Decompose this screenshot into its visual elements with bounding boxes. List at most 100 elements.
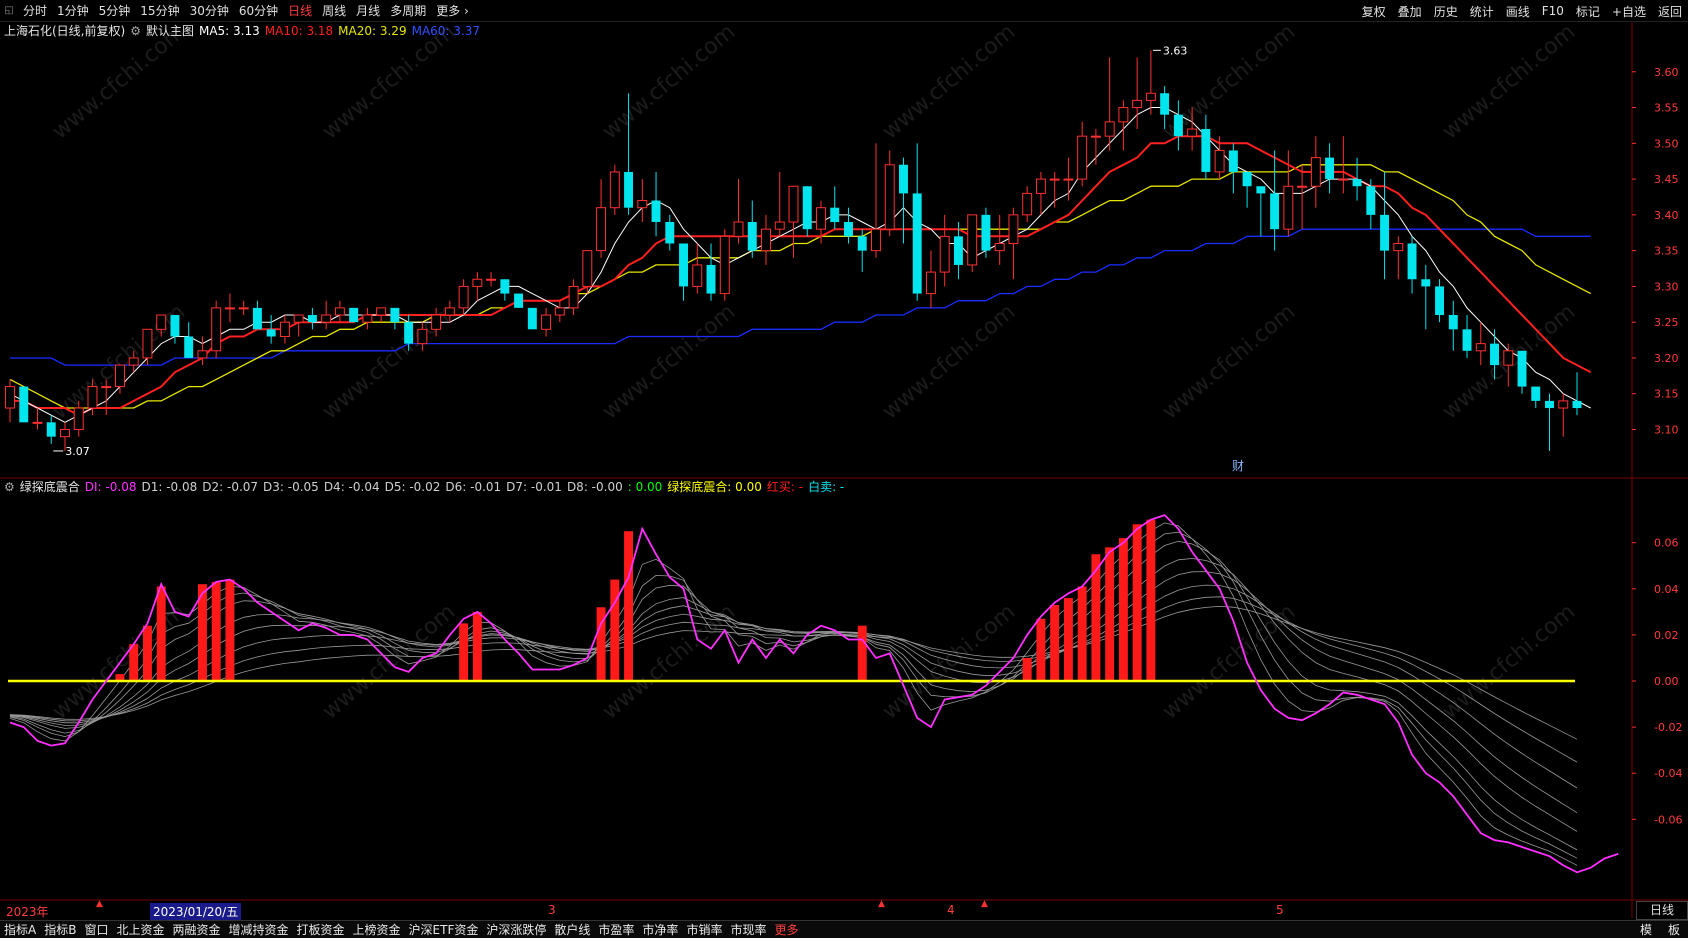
indicator-d-line bbox=[9, 584, 1578, 789]
bottom-tab[interactable]: 增减持资金 bbox=[225, 921, 293, 938]
candle-body bbox=[774, 221, 785, 230]
candle-body bbox=[816, 207, 826, 230]
bottom-tab[interactable]: 上榜资金 bbox=[349, 921, 405, 938]
candle-body bbox=[761, 228, 771, 252]
bottom-indicator-tabs: 指标A 指标B 窗口 北上资金 两融资金 增减持资金 打板资金 上榜资金 沪深ETF资金 沪深涨跌… bbox=[0, 920, 1688, 938]
candle-body bbox=[486, 278, 497, 281]
buy-signal-bar bbox=[610, 579, 620, 682]
candle-body bbox=[912, 193, 922, 294]
buy-signal-bar bbox=[472, 611, 482, 682]
d8-value: D8: -0.00 bbox=[566, 479, 623, 494]
indicator-axis-label: 0.06 bbox=[1654, 537, 1679, 550]
candle-body bbox=[568, 285, 579, 309]
bottom-tab[interactable]: 市销率 bbox=[682, 921, 726, 938]
bottom-tab[interactable]: 沪深ETF资金 bbox=[405, 921, 483, 938]
price-axis-label: 3.45 bbox=[1654, 173, 1679, 186]
candle-body bbox=[802, 186, 812, 230]
candle-body bbox=[788, 185, 799, 223]
indicator-axis-label: -0.06 bbox=[1654, 813, 1682, 826]
bottom-tab[interactable]: 两融资金 bbox=[168, 921, 224, 938]
watermark-text: www.cfchi.com bbox=[1158, 599, 1300, 724]
candle-body bbox=[1270, 193, 1280, 230]
indicator-axis-label: -0.02 bbox=[1654, 721, 1682, 734]
candle-body bbox=[1448, 315, 1458, 330]
candle-body bbox=[101, 386, 112, 389]
buy-signal-bar bbox=[1146, 519, 1156, 682]
candle-body bbox=[349, 307, 359, 323]
indicator-name[interactable]: 绿探底震合 bbox=[20, 478, 80, 495]
bottom-tab[interactable]: 市现率 bbox=[726, 921, 770, 938]
ma60-value: MA60: 3.37 bbox=[411, 23, 481, 38]
candle-body bbox=[1035, 178, 1046, 194]
candle-body bbox=[60, 428, 70, 438]
month-label-4: 4 bbox=[947, 903, 955, 917]
candle-body bbox=[1145, 92, 1156, 101]
candle-body bbox=[458, 285, 469, 309]
candle-body bbox=[32, 421, 43, 424]
bottom-tab[interactable]: 市净率 bbox=[638, 921, 682, 938]
candle-body bbox=[142, 328, 153, 359]
candle-body bbox=[679, 243, 689, 287]
template-name[interactable]: 默认主图 bbox=[146, 22, 194, 39]
candle-body bbox=[128, 357, 139, 366]
candle-body bbox=[5, 386, 15, 409]
period-indicator[interactable]: 日线 bbox=[1636, 901, 1688, 920]
candle-body bbox=[541, 314, 552, 330]
kline-chart[interactable]: 3.60 3.55 3.50 3.45 3.40 3.35 3.30 3.25 3.20 3.15… bbox=[0, 0, 1688, 920]
bottom-tab[interactable]: 指标B bbox=[40, 921, 80, 938]
price-axis-label: 3.10 bbox=[1654, 423, 1679, 436]
candle-body bbox=[665, 222, 675, 244]
bottom-tab[interactable]: 散户线 bbox=[550, 921, 594, 938]
candle-body bbox=[1160, 93, 1170, 115]
candle-body bbox=[1283, 185, 1294, 230]
candle-body bbox=[46, 422, 56, 437]
watermark-layer: www.cfchi.com www.cfchi.com www.cfchi.com w… bbox=[48, 19, 1580, 724]
indicator-d-line bbox=[9, 531, 1578, 859]
candle-body bbox=[73, 407, 84, 430]
d1-value: D1: -0.08 bbox=[141, 479, 198, 494]
finance-marker: 财 bbox=[1232, 459, 1244, 473]
bottom-right-button[interactable]: 板 bbox=[1660, 921, 1688, 938]
bottom-tab[interactable]: 沪深涨跌停 bbox=[482, 921, 550, 938]
candle-body bbox=[1173, 114, 1183, 137]
candle-body bbox=[624, 171, 634, 208]
bottom-tab[interactable]: 打板资金 bbox=[293, 921, 349, 938]
candle-body bbox=[1490, 343, 1499, 366]
month-label-5: 5 bbox=[1276, 903, 1284, 917]
bottom-tab[interactable]: 北上资金 bbox=[112, 921, 168, 938]
candle-body bbox=[390, 307, 400, 323]
candle-body bbox=[733, 221, 744, 237]
candle-body bbox=[1393, 242, 1404, 252]
year-label: 2023年 bbox=[6, 905, 49, 919]
buy-signal-bar bbox=[1077, 586, 1087, 682]
bottom-tab[interactable]: 更多 bbox=[770, 921, 802, 938]
candle-body bbox=[1366, 186, 1376, 215]
candle-body bbox=[1242, 171, 1252, 187]
bottom-right-button[interactable]: 模 bbox=[1632, 921, 1660, 938]
ma10-line bbox=[10, 135, 1592, 417]
candle-body bbox=[87, 386, 98, 409]
candle-body bbox=[596, 207, 607, 252]
indicator-menu-icon[interactable]: ⚙ bbox=[4, 480, 15, 494]
stock-title[interactable]: 上海石化(日线,前复权) bbox=[4, 22, 125, 39]
candle-body bbox=[939, 235, 950, 273]
price-axis-label: 3.25 bbox=[1654, 316, 1679, 329]
candle-body bbox=[417, 328, 428, 345]
ma20-value: MA20: 3.29 bbox=[338, 23, 407, 38]
buy-signal-bar bbox=[142, 625, 152, 682]
candle-body bbox=[224, 307, 235, 310]
buy-signal-bar bbox=[624, 531, 634, 682]
candle-body bbox=[1022, 192, 1033, 216]
buy-signal-bar bbox=[211, 581, 221, 682]
white-sell-value: 白卖: - bbox=[808, 480, 845, 494]
candle-body bbox=[197, 350, 208, 359]
template-icon[interactable]: ⚙ bbox=[130, 24, 141, 38]
bottom-tab[interactable]: 市盈率 bbox=[594, 921, 638, 938]
candle-body bbox=[266, 329, 276, 337]
candle-body bbox=[334, 307, 345, 316]
candle-body bbox=[981, 214, 991, 251]
candle-body bbox=[1380, 214, 1390, 251]
bottom-tab[interactable]: 窗口 bbox=[80, 921, 112, 938]
indicator-d-line bbox=[9, 558, 1578, 832]
bottom-tab[interactable]: 指标A bbox=[0, 921, 40, 938]
